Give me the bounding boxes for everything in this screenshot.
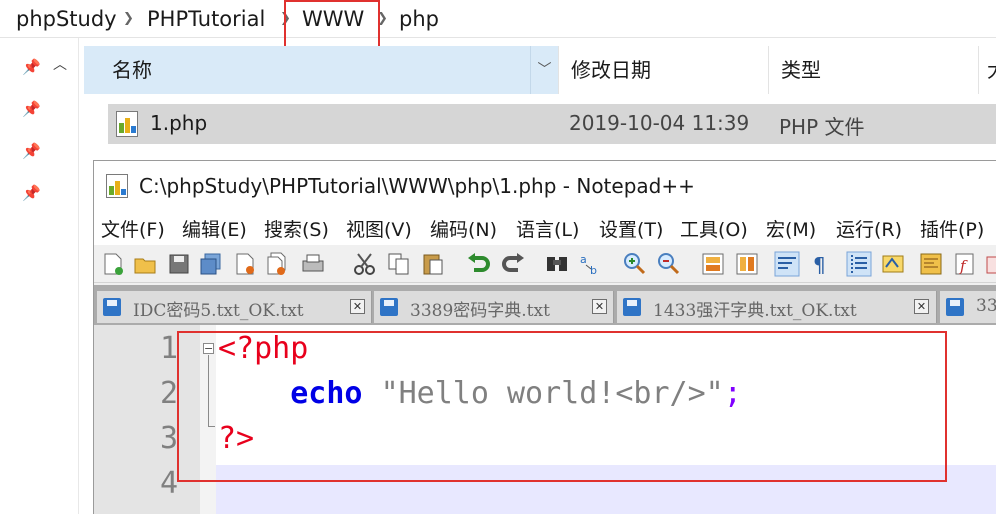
save-all-icon[interactable] <box>198 251 224 277</box>
document-map-icon[interactable] <box>918 251 944 277</box>
copy-icon[interactable] <box>386 251 412 277</box>
zoom-out-icon[interactable] <box>656 251 682 277</box>
toolbar: ab ¶ f <box>94 245 996 283</box>
line-number: 4 <box>159 466 178 501</box>
pin-icon[interactable]: 📌 <box>22 58 41 76</box>
highlight-box-code <box>177 331 947 482</box>
pin-icon[interactable]: 📌 <box>22 100 41 118</box>
undo-icon[interactable] <box>466 251 492 277</box>
line-number: 1 <box>159 331 178 366</box>
tab-idc-password[interactable]: IDC密码5.txt_OK.txt ✕ <box>97 291 372 323</box>
close-file-icon[interactable] <box>232 251 258 277</box>
address-breadcrumb: phpStudy ❯ PHPTutorial ❯ WWW ❯ php <box>0 0 996 38</box>
notepad-app-icon <box>106 174 128 198</box>
svg-text:b: b <box>590 264 597 277</box>
file-modified-date: 2019-10-04 11:39 <box>569 111 750 135</box>
menu-search[interactable]: 搜索(S) <box>264 215 329 242</box>
php-file-icon <box>116 111 138 137</box>
breadcrumb-item-php[interactable]: php <box>399 6 439 32</box>
tab-partial[interactable]: 33 <box>940 291 996 323</box>
window-title: C:\phpStudy\PHPTutorial\WWW\php\1.php - … <box>139 174 695 198</box>
quick-access-pane: 📌 📌 📌 📌 <box>0 38 78 514</box>
document-tabs: IDC密码5.txt_OK.txt ✕ 3389密码字典.txt ✕ 1433强… <box>94 285 996 325</box>
title-bar[interactable]: C:\phpStudy\PHPTutorial\WWW\php\1.php - … <box>94 161 996 211</box>
line-number: 2 <box>159 376 178 411</box>
column-header-size[interactable]: 大 <box>978 46 996 94</box>
close-icon[interactable]: ✕ <box>592 299 607 314</box>
sync-horizontal-icon[interactable] <box>734 251 760 277</box>
highlight-box-www <box>284 0 380 51</box>
file-type: PHP 文件 <box>779 115 865 139</box>
saved-file-icon <box>380 298 398 316</box>
close-icon[interactable]: ✕ <box>350 299 365 314</box>
indent-guide-icon[interactable] <box>846 251 872 277</box>
menu-view[interactable]: 视图(V) <box>346 215 412 242</box>
svg-text:¶: ¶ <box>813 253 826 277</box>
paste-icon[interactable] <box>420 251 446 277</box>
menu-run[interactable]: 运行(R) <box>836 215 902 242</box>
word-wrap-icon[interactable] <box>774 251 800 277</box>
replace-icon[interactable]: ab <box>578 251 604 277</box>
breadcrumb-item-phptutorial[interactable]: PHPTutorial <box>147 6 265 32</box>
open-file-icon[interactable] <box>132 251 158 277</box>
menu-language[interactable]: 语言(L) <box>516 215 579 242</box>
saved-file-icon <box>623 298 641 316</box>
close-all-icon[interactable] <box>264 251 290 277</box>
tab-label: 33 <box>976 296 996 316</box>
function-list-icon[interactable]: f <box>952 251 978 277</box>
column-header-name[interactable]: 名称 <box>84 46 530 94</box>
chevron-right-icon[interactable]: ❯ <box>123 11 134 26</box>
menu-edit[interactable]: 编辑(E) <box>182 215 247 242</box>
file-name: 1.php <box>150 111 208 135</box>
file-row[interactable]: 1.php 2019-10-04 11:39 PHP 文件 <box>108 104 996 144</box>
menu-file[interactable]: 文件(F) <box>101 215 165 242</box>
chevron-down-icon[interactable]: ﹀ <box>530 46 558 94</box>
svg-text:a: a <box>580 253 587 266</box>
pane-divider <box>78 38 79 514</box>
menu-plugins[interactable]: 插件(P) <box>920 215 984 242</box>
tab-label: 1433强汗字典.txt_OK.txt <box>653 301 857 321</box>
new-file-icon[interactable] <box>100 251 126 277</box>
sync-vertical-icon[interactable] <box>700 251 726 277</box>
tab-label: IDC密码5.txt_OK.txt <box>133 301 304 321</box>
column-header-date[interactable]: 修改日期 <box>558 46 768 94</box>
column-header-type[interactable]: 类型 <box>768 46 978 94</box>
menu-bar: 文件(F) 编辑(E) 搜索(S) 视图(V) 编码(N) 语言(L) 设置(T… <box>94 211 996 245</box>
menu-settings[interactable]: 设置(T) <box>599 215 663 242</box>
tab-label: 3389密码字典.txt <box>410 301 550 321</box>
menu-macro[interactable]: 宏(M) <box>766 215 816 242</box>
menu-tools[interactable]: 工具(O) <box>680 215 748 242</box>
saved-file-icon <box>946 298 964 316</box>
folder-as-workspace-icon[interactable] <box>984 251 996 277</box>
save-icon[interactable] <box>166 251 192 277</box>
tab-1433-dictionary[interactable]: 1433强汗字典.txt_OK.txt ✕ <box>617 291 937 323</box>
collapse-up-icon[interactable]: ︿ <box>53 54 67 74</box>
pin-icon[interactable]: 📌 <box>22 142 41 160</box>
saved-file-icon <box>103 298 121 316</box>
close-icon[interactable]: ✕ <box>914 299 929 314</box>
breadcrumb-item-phpstudy[interactable]: phpStudy <box>16 6 117 32</box>
user-language-icon[interactable] <box>880 251 906 277</box>
print-icon[interactable] <box>300 251 326 277</box>
show-all-characters-icon[interactable]: ¶ <box>808 251 834 277</box>
menu-encoding[interactable]: 编码(N) <box>430 215 497 242</box>
zoom-in-icon[interactable] <box>622 251 648 277</box>
find-icon[interactable] <box>544 251 570 277</box>
redo-icon[interactable] <box>500 251 526 277</box>
line-number: 3 <box>159 421 178 456</box>
pin-icon[interactable]: 📌 <box>22 184 41 202</box>
cut-icon[interactable] <box>352 251 378 277</box>
tab-3389-dictionary[interactable]: 3389密码字典.txt ✕ <box>374 291 614 323</box>
